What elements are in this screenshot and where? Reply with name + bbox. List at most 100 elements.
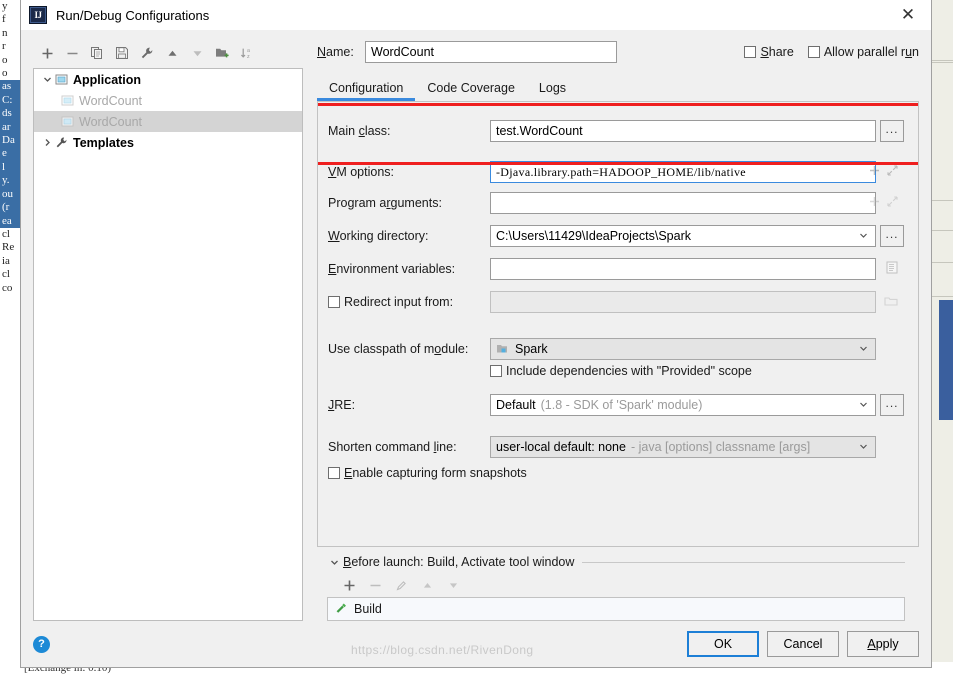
- hammer-icon: [334, 602, 348, 616]
- shorten-command-line-row: Shorten command line: user-local default…: [328, 436, 904, 458]
- wrench-icon: [54, 135, 69, 150]
- shorten-command-line-select[interactable]: user-local default: none - java [options…: [490, 436, 876, 458]
- vm-options-input[interactable]: -Djava.library.path=HADOOP_HOME/lib/nati…: [490, 161, 876, 183]
- tree-node-application[interactable]: Application: [34, 69, 302, 90]
- jre-browse-button[interactable]: ...: [880, 394, 904, 416]
- vm-options-label: VM options:: [328, 165, 395, 179]
- before-launch-move-down-button[interactable]: [441, 574, 465, 596]
- name-input[interactable]: [365, 41, 617, 63]
- environment-variables-row: Environment variables: ...: [328, 258, 904, 280]
- background-code-line: ea: [0, 214, 22, 228]
- program-arguments-row: Program arguments: ...: [328, 192, 904, 214]
- chevron-down-icon[interactable]: [859, 442, 868, 453]
- allow-parallel-run-checkbox[interactable]: Allow parallel run: [807, 45, 919, 59]
- application-icon: [60, 114, 75, 129]
- form-snapshots-checkbox[interactable]: [328, 467, 340, 479]
- remove-configuration-button[interactable]: [60, 42, 84, 64]
- list-editor-icon[interactable]: [886, 261, 898, 277]
- configuration-editor-pane: Name: Share Allow parallel run Configura…: [303, 40, 919, 621]
- before-launch-remove-button[interactable]: [363, 574, 387, 596]
- program-arguments-input[interactable]: [490, 192, 876, 214]
- apply-button[interactable]: Apply: [847, 631, 919, 657]
- dialog-body: az Application WordCount WordCount Templ…: [21, 30, 931, 621]
- tree-node-label: WordCount: [79, 114, 142, 129]
- redirect-input-checkbox[interactable]: [328, 296, 340, 308]
- svg-text:z: z: [247, 54, 250, 60]
- ok-button[interactable]: OK: [687, 631, 759, 657]
- cancel-button[interactable]: Cancel: [767, 631, 839, 657]
- background-code-line: l: [0, 160, 22, 175]
- chevron-down-icon[interactable]: [859, 400, 868, 411]
- module-icon: [496, 343, 509, 355]
- move-up-button[interactable]: [160, 42, 184, 64]
- vm-options-row: VM options: -Djava.library.path=HADOOP_H…: [328, 161, 904, 183]
- application-icon: [54, 72, 69, 87]
- background-code-line: r: [2, 40, 6, 53]
- background-code-line: f: [2, 13, 6, 26]
- working-directory-input[interactable]: C:\Users\11429\IdeaProjects\Spark: [490, 225, 876, 247]
- watermark: https://blog.csdn.net/RivenDong: [351, 643, 534, 657]
- dialog-title: Run/Debug Configurations: [56, 7, 210, 23]
- working-directory-browse-button[interactable]: ...: [880, 225, 904, 247]
- expand-icon[interactable]: [887, 165, 898, 179]
- before-launch-move-up-button[interactable]: [415, 574, 439, 596]
- background-code-line: C:: [0, 93, 22, 108]
- before-launch-edit-button[interactable]: [389, 574, 413, 596]
- redirect-input-label-wrap: Redirect input from:: [328, 295, 490, 309]
- share-label: Share: [760, 45, 794, 59]
- tree-node-templates[interactable]: Templates: [34, 132, 302, 153]
- jre-select[interactable]: Default (1.8 - SDK of 'Spark' module): [490, 394, 876, 416]
- save-configuration-button[interactable]: [110, 42, 134, 64]
- before-launch-toolbar: [327, 573, 905, 597]
- sort-alpha-icon[interactable]: az: [235, 42, 259, 64]
- background-code-line: o: [2, 67, 8, 80]
- checkbox-box[interactable]: [807, 46, 820, 58]
- question-mark-icon[interactable]: ?: [33, 635, 50, 653]
- tree-node-wordcount-2[interactable]: WordCount: [34, 111, 302, 132]
- background-code-line: y: [2, 0, 8, 12]
- chevron-down-icon[interactable]: [327, 558, 341, 567]
- dialog-titlebar: IJ Run/Debug Configurations ✕: [21, 0, 931, 30]
- classpath-module-row: Use classpath of module: Spark ...: [328, 338, 904, 360]
- tree-node-wordcount-1[interactable]: WordCount: [34, 90, 302, 111]
- before-launch-header[interactable]: Before launch: Build, Activate tool wind…: [327, 551, 905, 573]
- share-checkbox[interactable]: Share: [744, 45, 794, 59]
- configurations-tree[interactable]: Application WordCount WordCount Template…: [33, 68, 303, 621]
- close-icon[interactable]: ✕: [891, 0, 925, 30]
- before-launch-add-button[interactable]: [337, 574, 361, 596]
- tab-configuration[interactable]: Configuration: [317, 78, 416, 101]
- before-launch-task-list[interactable]: Build: [327, 597, 905, 621]
- before-launch-section: Before launch: Build, Activate tool wind…: [317, 547, 919, 621]
- main-class-input[interactable]: test.WordCount: [490, 120, 876, 142]
- chevron-down-icon[interactable]: [40, 73, 54, 87]
- intellij-idea-icon: IJ: [29, 6, 47, 24]
- include-provided-row: Include dependencies with "Provided" sco…: [490, 364, 904, 378]
- chevron-right-icon[interactable]: [40, 136, 54, 150]
- chevron-down-icon[interactable]: [859, 231, 868, 242]
- include-provided-checkbox[interactable]: [490, 365, 502, 377]
- tab-logs[interactable]: Logs: [527, 78, 578, 101]
- background-code-line: e: [0, 147, 22, 161]
- copy-configuration-button[interactable]: [85, 42, 109, 64]
- move-down-button[interactable]: [185, 42, 209, 64]
- edit-templates-button[interactable]: [135, 42, 159, 64]
- environment-variables-input[interactable]: [490, 258, 876, 280]
- classpath-module-value: Spark: [515, 342, 548, 356]
- main-class-browse-button[interactable]: ...: [880, 120, 904, 142]
- tab-code-coverage[interactable]: Code Coverage: [415, 78, 527, 101]
- classpath-module-label: Use classpath of module:: [328, 342, 469, 356]
- checkbox-box[interactable]: [744, 46, 757, 58]
- background-code-line: (r: [0, 201, 22, 215]
- background-code-line: Re: [2, 241, 15, 254]
- add-configuration-button[interactable]: [35, 42, 59, 64]
- tree-node-label: Templates: [73, 135, 134, 150]
- classpath-module-select[interactable]: Spark: [490, 338, 876, 360]
- redirect-input-path: [490, 291, 876, 313]
- new-folder-button[interactable]: [210, 42, 234, 64]
- background-code-line: o: [2, 53, 8, 66]
- dialog-action-buttons: OK Cancel Apply: [687, 631, 919, 657]
- program-arguments-label: Program arguments:: [328, 196, 442, 210]
- allow-parallel-run-label: Allow parallel run: [823, 45, 919, 59]
- expand-icon[interactable]: [887, 196, 898, 210]
- chevron-down-icon[interactable]: [859, 344, 868, 355]
